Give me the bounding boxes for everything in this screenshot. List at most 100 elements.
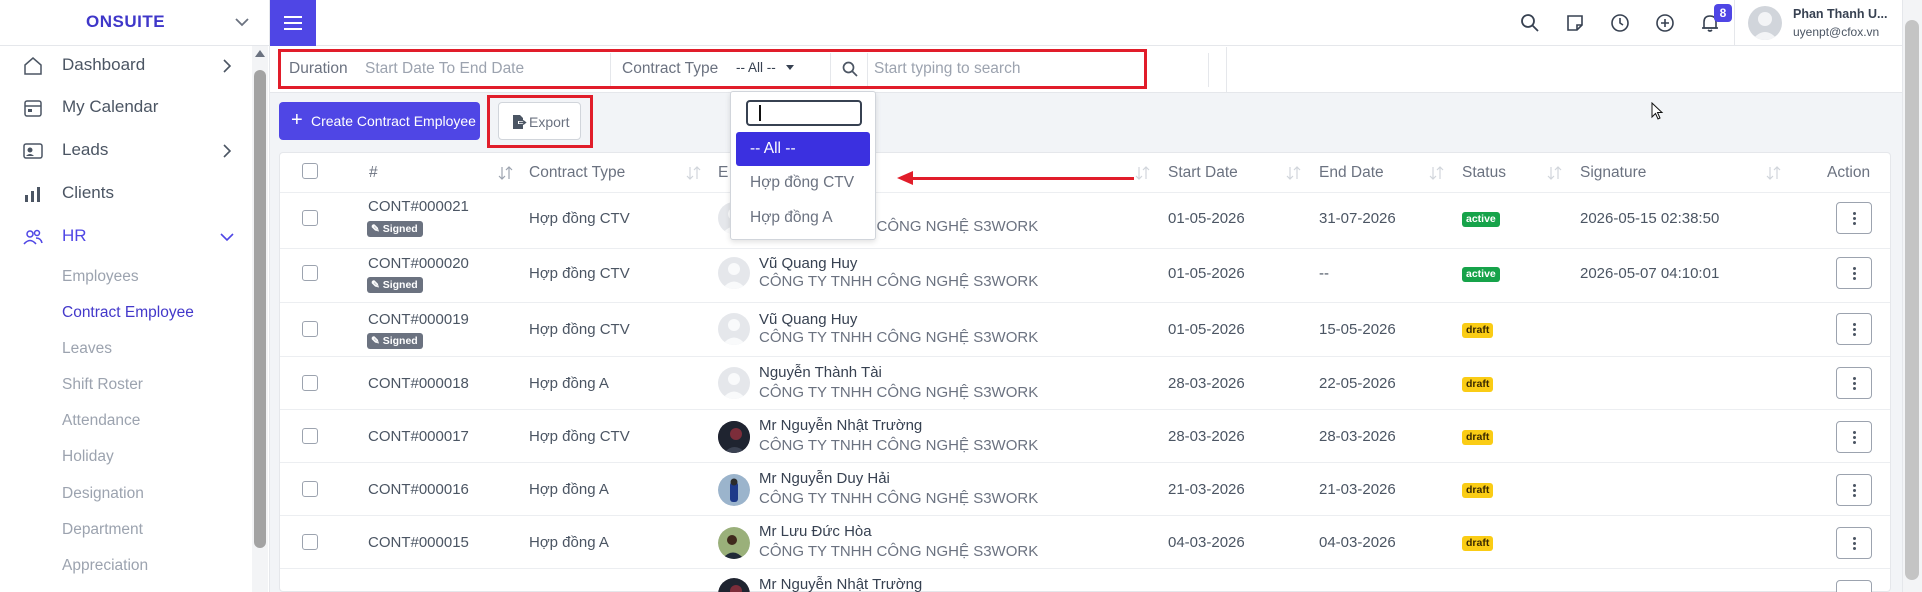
sticky-note-icon[interactable] xyxy=(1564,12,1586,34)
row-checkbox[interactable] xyxy=(302,481,318,497)
profile-photo-icon xyxy=(718,474,750,506)
column-header-number[interactable]: # xyxy=(369,164,378,182)
contract-id[interactable]: CONT#000019 xyxy=(368,311,469,328)
row-actions-button[interactable] xyxy=(1836,474,1872,506)
sidebar-item-leads[interactable]: Leads xyxy=(0,131,250,171)
sidebar-subitem-leaves[interactable]: Leaves xyxy=(62,340,112,358)
contract-id[interactable]: CONT#000021 xyxy=(368,198,469,215)
sort-icon[interactable] xyxy=(1428,164,1446,182)
plus-circle-icon[interactable] xyxy=(1654,12,1676,34)
window-scroll-thumb[interactable] xyxy=(1905,20,1919,580)
column-header-contract-type[interactable]: Contract Type xyxy=(529,164,625,182)
column-header-status[interactable]: Status xyxy=(1462,164,1506,182)
sidebar-subitem-attendance[interactable]: Attendance xyxy=(62,412,140,430)
start-date: 01-05-2026 xyxy=(1168,210,1245,227)
sidebar-subitem-contract-employee[interactable]: Contract Employee xyxy=(62,304,194,322)
start-date: 04-03-2026 xyxy=(1168,534,1245,551)
row-checkbox[interactable] xyxy=(302,210,318,226)
chevron-down-icon[interactable] xyxy=(232,12,252,32)
signed-badge: ✎ Signed xyxy=(367,333,423,349)
sort-icon[interactable] xyxy=(1285,164,1303,182)
employee-company: CÔNG TY TNHH CÔNG NGHỆ S3WORK xyxy=(759,329,1039,346)
row-actions-button[interactable] xyxy=(1836,421,1872,453)
sidebar-item-my-calendar[interactable]: My Calendar xyxy=(0,88,250,128)
employee-name[interactable]: Vũ Quang Huy xyxy=(759,255,857,272)
employee-name[interactable]: Nguyễn Thành Tài xyxy=(759,364,882,381)
sort-icon[interactable] xyxy=(685,164,703,182)
column-header-employee[interactable]: E xyxy=(718,164,728,182)
employee-name[interactable]: Mr Nguyễn Nhật Trường xyxy=(759,417,922,434)
signed-badge: ✎ Signed xyxy=(367,277,423,293)
clock-icon[interactable] xyxy=(1609,12,1631,34)
sidebar-item-dashboard[interactable]: Dashboard xyxy=(0,46,250,86)
contract-id[interactable]: CONT#000020 xyxy=(368,255,469,272)
contract-id[interactable]: CONT#000015 xyxy=(368,534,469,551)
row-checkbox[interactable] xyxy=(302,428,318,444)
divider xyxy=(1734,0,1735,46)
employee-avatar[interactable] xyxy=(718,421,750,453)
row-actions-button[interactable] xyxy=(1836,367,1872,399)
employee-avatar[interactable] xyxy=(718,257,750,289)
sidebar-item-clients[interactable]: Clients xyxy=(0,174,250,214)
contract-id[interactable]: CONT#000016 xyxy=(368,481,469,498)
sidebar-subitem-department[interactable]: Department xyxy=(62,521,143,539)
sidebar-subitem-appreciation[interactable]: Appreciation xyxy=(62,557,148,575)
employee-name[interactable]: Vũ Quang Huy xyxy=(759,311,857,328)
sort-icon[interactable] xyxy=(1765,164,1783,182)
employee-avatar[interactable] xyxy=(718,367,750,399)
column-header-action: Action xyxy=(1827,164,1871,181)
create-contract-employee-button[interactable]: + Create Contract Employee xyxy=(279,102,480,140)
status-badge: draft xyxy=(1462,483,1494,498)
sidebar-subitem-holiday[interactable]: Holiday xyxy=(62,448,114,466)
end-date: 04-03-2026 xyxy=(1319,534,1396,551)
start-date: 28-03-2026 xyxy=(1168,375,1245,392)
sidebar-item-hr[interactable]: HR xyxy=(0,217,250,257)
sidebar-subitem-employees[interactable]: Employees xyxy=(62,268,139,286)
contract-id[interactable]: CONT#000017 xyxy=(368,428,469,445)
select-all-checkbox[interactable] xyxy=(302,163,318,179)
profile-photo-icon xyxy=(718,527,750,559)
row-checkbox[interactable] xyxy=(302,534,318,550)
row-actions-button[interactable] xyxy=(1836,313,1872,345)
sidebar-subitem-designation[interactable]: Designation xyxy=(62,485,144,503)
employee-name[interactable]: Mr Lưu Đức Hòa xyxy=(759,523,872,540)
dropdown-option-hop-dong-a[interactable]: Hợp đồng A xyxy=(736,201,870,235)
contract-id[interactable]: CONT#000018 xyxy=(368,375,469,392)
user-name[interactable]: Phan Thanh U... xyxy=(1793,7,1887,21)
sort-icon[interactable] xyxy=(1134,164,1152,182)
scroll-up-arrow-icon[interactable] xyxy=(255,50,265,57)
sort-icon[interactable] xyxy=(1546,164,1564,182)
dropdown-option-hop-dong-ctv[interactable]: Hợp đồng CTV xyxy=(736,166,870,200)
bar-chart-icon xyxy=(25,187,40,202)
row-checkbox[interactable] xyxy=(302,265,318,281)
row-checkbox[interactable] xyxy=(302,321,318,337)
employee-name[interactable]: Mr Nguyễn Duy Hải xyxy=(759,470,890,487)
employee-avatar[interactable] xyxy=(718,474,750,506)
column-header-signature[interactable]: Signature xyxy=(1580,164,1646,182)
start-date: 01-05-2026 xyxy=(1168,265,1245,282)
row-actions-button[interactable] xyxy=(1836,527,1872,559)
dropdown-search-input[interactable] xyxy=(746,100,862,126)
employee-avatar[interactable] xyxy=(718,527,750,559)
row-actions-button[interactable] xyxy=(1836,202,1872,234)
column-header-start-date[interactable]: Start Date xyxy=(1168,164,1238,182)
sidebar-subitem-shift-roster[interactable]: Shift Roster xyxy=(62,376,143,394)
row-actions-button[interactable] xyxy=(1836,580,1872,592)
signed-badge-label: Signed xyxy=(382,335,418,347)
sort-icon[interactable] xyxy=(497,164,515,182)
row-checkbox[interactable] xyxy=(302,375,318,391)
annotation-arrow xyxy=(910,177,1134,180)
user-avatar[interactable] xyxy=(1748,6,1782,40)
annotation-highlight-filters xyxy=(278,49,1147,89)
menu-toggle-button[interactable] xyxy=(270,0,316,46)
column-header-end-date[interactable]: End Date xyxy=(1319,164,1384,182)
sidebar-scroll-thumb[interactable] xyxy=(254,70,266,548)
search-icon[interactable] xyxy=(1519,12,1541,34)
annotation-highlight-export xyxy=(487,95,593,148)
employee-avatar[interactable] xyxy=(718,313,750,345)
dropdown-option-all[interactable]: -- All -- xyxy=(736,132,870,166)
row-actions-button[interactable] xyxy=(1836,257,1872,289)
employee-name[interactable]: Mr Nguyễn Nhật Trường xyxy=(759,576,922,592)
status-badge: active xyxy=(1462,212,1500,227)
notification-count-badge: 8 xyxy=(1714,4,1732,22)
